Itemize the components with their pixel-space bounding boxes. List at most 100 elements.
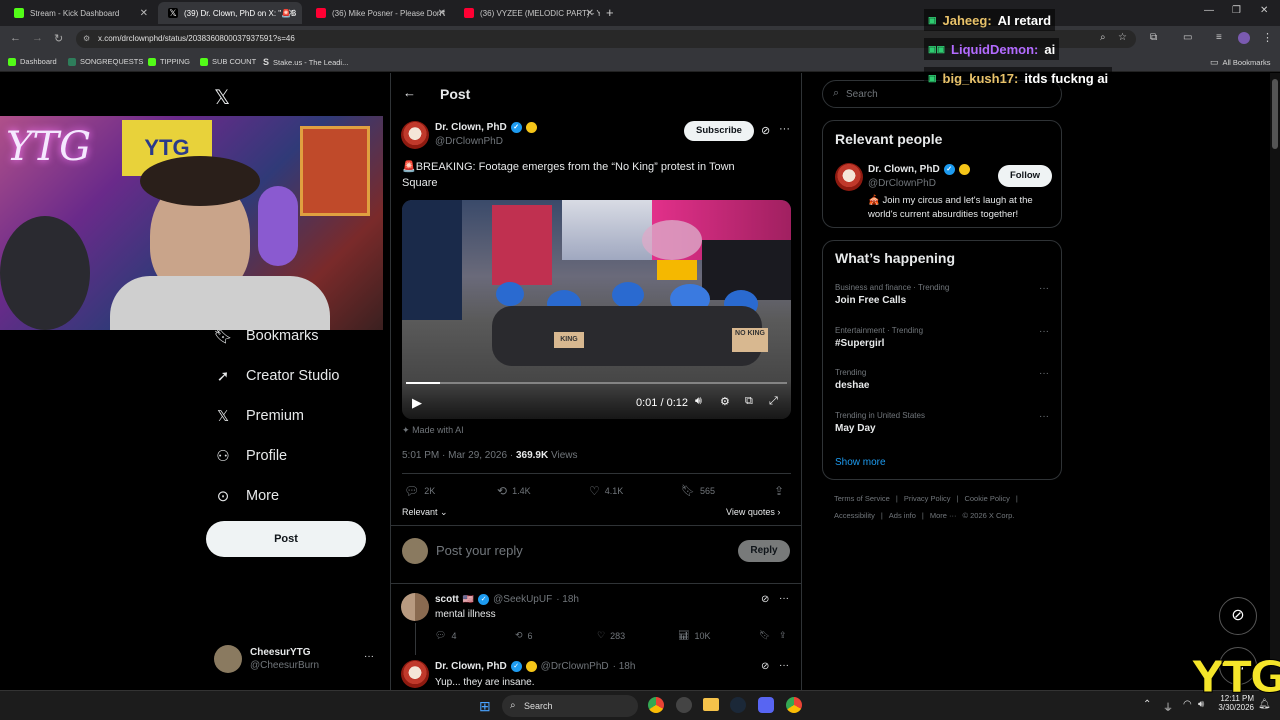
- person-handle[interactable]: @DrClownPhD: [868, 178, 936, 189]
- views-action[interactable]: 📊︎ 10K: [678, 630, 710, 641]
- sort-dropdown[interactable]: Relevant ⌄: [402, 507, 448, 518]
- all-bookmarks[interactable]: ▭ All Bookmarks: [1210, 57, 1270, 68]
- bookmark-stake[interactable]: S Stake.us - The Leadi...: [263, 57, 348, 67]
- close-window-icon[interactable]: ✕: [1260, 5, 1268, 16]
- close-icon[interactable]: ✕: [438, 8, 446, 19]
- like-action[interactable]: ♡ 4.1K: [589, 484, 623, 498]
- bookmark-star-icon[interactable]: ☆: [1118, 32, 1127, 43]
- footer-link[interactable]: Cookie Policy: [964, 494, 1009, 503]
- back-icon[interactable]: ←: [10, 32, 21, 44]
- reply-author[interactable]: Dr. Clown, PhD: [435, 661, 507, 672]
- more-icon[interactable]: ···: [1039, 326, 1049, 337]
- more-icon[interactable]: ···: [779, 593, 789, 604]
- fullscreen-icon[interactable]: ⤢: [769, 395, 778, 408]
- grok-icon[interactable]: ⊘: [761, 594, 769, 605]
- trend-item[interactable]: Entertainment · Trending #Supergirl: [835, 326, 923, 349]
- more-icon[interactable]: ···: [1039, 368, 1049, 379]
- file-explorer-icon[interactable]: [703, 698, 719, 711]
- x-logo-icon[interactable]: 𝕏: [214, 85, 230, 110]
- search-input[interactable]: Search: [846, 89, 878, 100]
- grok-icon[interactable]: ⊘: [761, 124, 770, 137]
- made-with-ai-label[interactable]: ✦ Made with AI: [402, 425, 464, 436]
- bookmark-dashboard[interactable]: Dashboard: [8, 57, 57, 66]
- chevron-up-icon[interactable]: ⌃: [1143, 699, 1151, 710]
- author-name-row[interactable]: Dr. Clown, PhD ✓: [435, 122, 537, 133]
- reply-handle[interactable]: @SeekUpUF: [493, 594, 552, 605]
- share-action[interactable]: ⇪: [774, 484, 784, 498]
- tab-x-post[interactable]: 𝕏 (39) Dr. Clown, PhD on X: "🚨B ✕: [158, 2, 302, 24]
- bookmark-action[interactable]: 🔖︎ 565: [681, 484, 715, 497]
- windows-start-icon[interactable]: ⊞: [479, 698, 491, 715]
- split-view-icon[interactable]: ▭: [1183, 32, 1192, 43]
- more-icon[interactable]: ···: [1039, 411, 1049, 422]
- more-icon[interactable]: ···: [364, 651, 374, 662]
- show-more-link[interactable]: Show more: [835, 457, 886, 468]
- reply-action[interactable]: 💬︎ 2K: [404, 484, 435, 498]
- repost-action[interactable]: ⟲ 1.4K: [497, 484, 531, 498]
- tab-youtube-2[interactable]: (36) VYZEE (MELODIC PART) - Y ✕: [454, 2, 600, 24]
- zoom-icon[interactable]: ⌕: [1100, 32, 1106, 43]
- back-arrow-icon[interactable]: ←: [403, 85, 416, 100]
- more-icon[interactable]: ···: [1039, 283, 1049, 294]
- post-time[interactable]: 5:01 PM · Mar 29, 2026 ·: [402, 450, 516, 461]
- bookmark-songrequests[interactable]: SONGREQUESTS: [68, 57, 143, 66]
- bookmark-action[interactable]: 🔖︎: [759, 630, 770, 641]
- reply-time[interactable]: · 18h: [613, 661, 636, 672]
- taskbar-search[interactable]: ⌕ Search: [502, 695, 638, 717]
- profile-avatar[interactable]: [1238, 32, 1250, 44]
- grok-button[interactable]: ⊘: [1219, 597, 1257, 635]
- scrollbar[interactable]: [1270, 73, 1280, 690]
- footer-link[interactable]: Terms of Service: [834, 494, 890, 503]
- bookmark-tipping[interactable]: TIPPING: [148, 57, 190, 66]
- person-avatar[interactable]: [835, 163, 863, 191]
- wifi-icon[interactable]: ◠: [1183, 699, 1192, 710]
- more-icon[interactable]: ···: [779, 123, 790, 135]
- footer-link[interactable]: Privacy Policy: [904, 494, 951, 503]
- view-quotes-link[interactable]: View quotes ›: [726, 507, 780, 517]
- reply-action[interactable]: 💬︎ 4: [435, 630, 456, 641]
- author-handle[interactable]: @DrClownPhD: [435, 136, 503, 147]
- reply-button[interactable]: Reply: [738, 540, 790, 562]
- avatar[interactable]: [401, 593, 429, 621]
- close-icon[interactable]: ✕: [288, 8, 296, 19]
- more-icon[interactable]: ···: [779, 660, 789, 671]
- account-switcher[interactable]: CheesurYTG @CheesurBurn ···: [214, 645, 384, 677]
- grok-icon[interactable]: ⊘: [761, 661, 769, 672]
- play-icon[interactable]: ▶: [412, 395, 422, 411]
- settings-icon[interactable]: ⚙: [720, 395, 730, 408]
- subscribe-button[interactable]: Subscribe: [684, 121, 754, 141]
- footer-link[interactable]: Ads info: [889, 511, 916, 520]
- chrome-icon[interactable]: [786, 697, 802, 713]
- follow-button[interactable]: Follow: [998, 165, 1052, 187]
- steam-icon[interactable]: [730, 697, 746, 713]
- reply-handle[interactable]: @DrClownPhD: [541, 661, 609, 672]
- bookmark-sub-count[interactable]: SUB COUNT: [200, 57, 256, 66]
- reply-author[interactable]: scott: [435, 594, 459, 605]
- reply-input[interactable]: Post your reply: [436, 543, 523, 558]
- nav-premium[interactable]: 𝕏 Premium: [214, 407, 304, 425]
- close-icon[interactable]: ✕: [586, 8, 594, 19]
- nav-more[interactable]: ⊙ More: [214, 487, 279, 505]
- repost-action[interactable]: ⟲ 6: [515, 630, 533, 641]
- share-action[interactable]: ⇪: [779, 630, 787, 641]
- tab-youtube-1[interactable]: (36) Mike Posner - Please Don't ✕: [306, 2, 452, 24]
- person-name-row[interactable]: Dr. Clown, PhD ✓: [868, 164, 970, 175]
- maximize-icon[interactable]: ❐: [1232, 5, 1241, 16]
- media-icon[interactable]: ≡: [1216, 32, 1222, 43]
- site-info-icon[interactable]: ⚙: [83, 30, 90, 48]
- usb-icon[interactable]: ⏚: [1163, 699, 1173, 714]
- pip-icon[interactable]: ⧉: [745, 395, 753, 408]
- video-progress-track[interactable]: [406, 382, 787, 384]
- avatar[interactable]: [401, 660, 429, 688]
- reply-time[interactable]: · 18h: [556, 594, 579, 605]
- extensions-icon[interactable]: ⧉: [1150, 32, 1157, 43]
- volume-icon[interactable]: 🔊︎: [695, 395, 702, 408]
- like-action[interactable]: ♡ 283: [597, 630, 625, 641]
- nav-creator-studio[interactable]: ➚ Creator Studio: [214, 367, 340, 385]
- scrollbar-thumb[interactable]: [1272, 79, 1278, 149]
- footer-link[interactable]: More ···: [930, 511, 957, 520]
- tab-kick-dashboard[interactable]: Stream - Kick Dashboard ✕: [4, 2, 154, 24]
- new-tab-icon[interactable]: +: [606, 5, 614, 20]
- trend-item[interactable]: Trending in United States May Day: [835, 411, 925, 434]
- post-button[interactable]: Post: [206, 521, 366, 557]
